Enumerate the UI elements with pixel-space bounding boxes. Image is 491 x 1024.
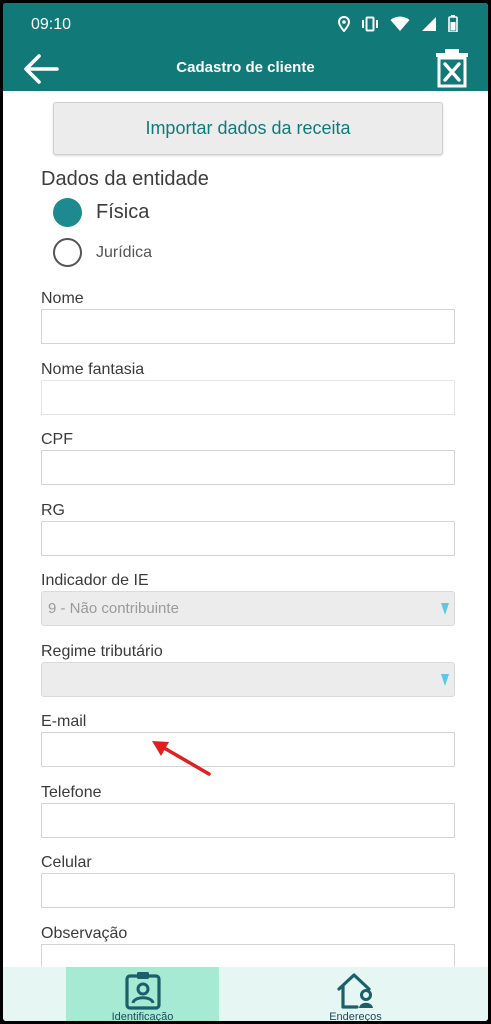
home-user-icon <box>336 973 373 1009</box>
nome-fantasia-label: Nome fantasia <box>41 361 145 378</box>
dropdown-caret-icon <box>441 674 449 686</box>
indicador-ie-label: Indicador de IE <box>41 572 149 589</box>
cpf-label: CPF <box>41 431 73 448</box>
radio-selected-indicator <box>53 198 82 227</box>
regime-tributario-label: Regime tributário <box>41 643 163 660</box>
location-icon <box>338 15 350 32</box>
observacao-label: Observação <box>41 925 128 942</box>
telefone-label: Telefone <box>41 784 102 801</box>
tab-enderecos[interactable]: Endereços <box>279 967 432 1023</box>
import-receita-button[interactable]: Importar dados da receita <box>53 102 443 155</box>
bottom-nav: Identificação Endereços <box>3 967 488 1023</box>
discard-button[interactable] <box>434 48 470 88</box>
page-title: Cadastro de cliente <box>176 59 315 76</box>
radio-juridica-label: Jurídica <box>96 243 153 261</box>
annotation-arrow-icon <box>152 741 211 776</box>
email-label: E-mail <box>41 713 87 730</box>
tab-identificacao[interactable]: Identificação <box>66 967 219 1023</box>
wifi-icon <box>390 16 410 31</box>
indicador-ie-value: 9 - Não contribuinte <box>48 600 179 617</box>
vibrate-icon <box>362 16 378 31</box>
telefone-input[interactable] <box>41 803 455 838</box>
trash-x-icon <box>436 49 468 88</box>
email-input[interactable] <box>41 732 455 767</box>
nome-label: Nome <box>41 290 84 307</box>
regime-tributario-select[interactable] <box>41 662 455 697</box>
dropdown-caret-icon <box>441 603 449 615</box>
status-icons <box>338 15 458 32</box>
indicador-ie-select[interactable]: 9 - Não contribuinte <box>41 591 455 626</box>
app-bar: Cadastro de cliente <box>3 47 488 91</box>
status-time: 09:10 <box>31 16 72 33</box>
tab-enderecos-label: Endereços <box>329 1011 382 1023</box>
tab-identificacao-label: Identificação <box>111 1011 174 1023</box>
nome-fantasia-input[interactable] <box>41 380 455 415</box>
radio-fisica-label: Física <box>96 201 150 223</box>
battery-icon <box>448 15 458 32</box>
radio-fisica[interactable]: Física <box>53 198 149 227</box>
rg-input[interactable] <box>41 521 455 556</box>
radio-juridica[interactable]: Jurídica <box>53 238 152 267</box>
cpf-input[interactable] <box>41 450 455 485</box>
radio-unselected-indicator <box>53 238 82 267</box>
status-bar: 09:10 <box>3 3 488 47</box>
nome-input[interactable] <box>41 309 455 344</box>
phone-screen: 09:10 Cadastro de cliente Importar dados… <box>0 0 491 1024</box>
form-content[interactable]: Importar dados da receita Dados da entid… <box>3 91 488 984</box>
entity-section-title: Dados da entidade <box>41 168 209 190</box>
rg-label: RG <box>41 502 65 519</box>
celular-input[interactable] <box>41 873 455 908</box>
celular-label: Celular <box>41 854 92 871</box>
id-badge-icon <box>124 972 161 1010</box>
signal-icon <box>422 16 436 31</box>
